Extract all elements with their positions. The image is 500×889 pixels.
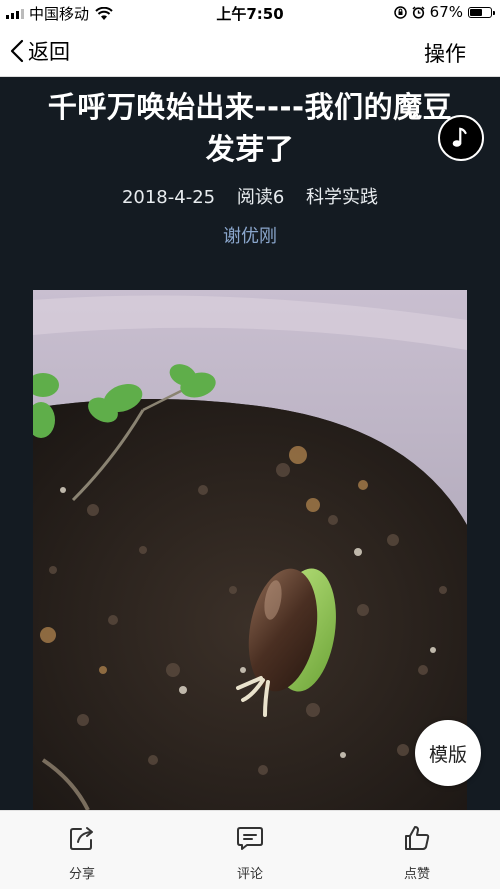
- thumbs-up-icon: [405, 826, 430, 850]
- actions-button[interactable]: 操作: [424, 38, 466, 68]
- article-reads: 阅读6: [236, 187, 285, 208]
- chevron-left-icon: [10, 39, 24, 63]
- music-note-icon: [452, 127, 467, 147]
- article-title-line-1: 千呼万唤始出来----我们的魔豆: [47, 90, 453, 124]
- music-toggle-button[interactable]: [438, 115, 484, 161]
- like-label: 点赞: [403, 867, 430, 882]
- article-category: 科学实践: [306, 187, 379, 208]
- article-meta: 2018-4-25 阅读6 科学实践: [0, 183, 500, 209]
- article-title-line-2: 发芽了: [205, 132, 295, 166]
- status-right-group: 67%: [393, 3, 495, 21]
- back-button[interactable]: 返回: [10, 36, 70, 66]
- article-date: 2018-4-25: [121, 187, 216, 208]
- like-button[interactable]: 点赞: [377, 823, 457, 882]
- article-title: 千呼万唤始出来----我们的魔豆 发芽了: [24, 86, 476, 170]
- battery-percent: 67%: [429, 3, 463, 21]
- template-button[interactable]: 模版: [415, 720, 481, 786]
- article-author-link[interactable]: 谢优刚: [0, 222, 500, 248]
- rotation-lock-icon: [393, 5, 407, 19]
- article-photo: [33, 290, 467, 810]
- battery-icon: [468, 6, 495, 18]
- comment-label: 评论: [236, 867, 263, 882]
- sprouting-bean-photo: [33, 290, 467, 810]
- comment-icon: [237, 827, 263, 850]
- nav-bar: 返回 操作: [0, 26, 500, 77]
- bottom-action-bar: 分享 评论 点赞: [0, 810, 500, 889]
- back-label: 返回: [28, 40, 70, 64]
- share-button[interactable]: 分享: [42, 823, 122, 882]
- status-bar: 中国移动 上午7:50 67%: [0, 0, 500, 26]
- comment-button[interactable]: 评论: [210, 823, 290, 882]
- share-icon: [70, 827, 93, 850]
- alarm-icon: [412, 5, 425, 19]
- share-label: 分享: [68, 867, 95, 882]
